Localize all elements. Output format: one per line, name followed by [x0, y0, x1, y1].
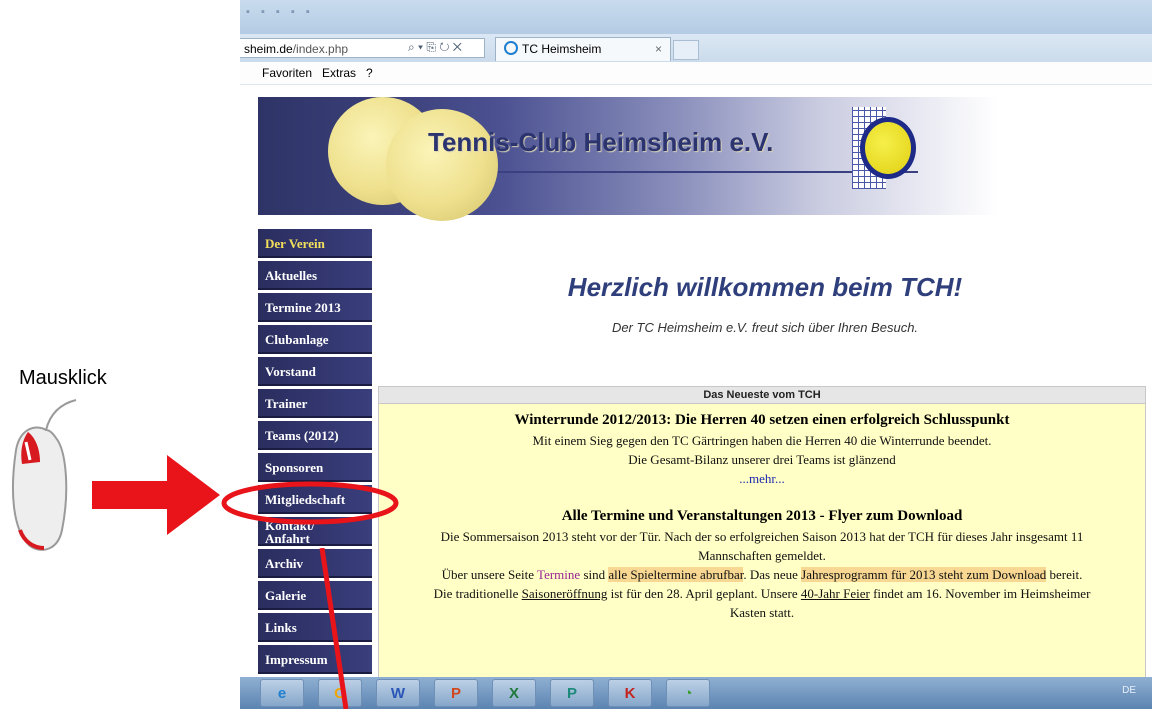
red-arrow-icon [92, 455, 220, 535]
highlighted-text: Jahresprogramm für 2013 steht zum Downlo… [801, 567, 1047, 582]
ie-tab-icon [504, 41, 518, 55]
picasa-icon[interactable]: ◔ [666, 679, 710, 707]
news-item-text: Die Gesamt-Bilanz unserer drei Teams ist… [628, 452, 896, 467]
browser-tab-bar: sheim.de/index.php ⌕ ▾ ⎘ ↻ ✕ TC Heimshei… [240, 34, 1152, 63]
news-more-link[interactable]: ...mehr... [379, 469, 1145, 488]
highlight-ellipse [221, 481, 399, 525]
termine-link[interactable]: Termine [537, 567, 580, 582]
powerpoint-icon[interactable]: P [434, 679, 478, 707]
browser-tab[interactable]: TC Heimsheim × [495, 37, 671, 61]
nav-der-verein[interactable]: Der Verein [258, 229, 372, 258]
news-panel: Das Neueste vom TCH Winterrunde 2012/201… [378, 386, 1146, 686]
news-item-text: Mannschaften gemeldet. [698, 548, 826, 563]
text: Über unsere Seite [441, 567, 538, 582]
windows-taskbar: e O W P X P K ◔ DE [240, 677, 1152, 709]
nav-vorstand[interactable]: Vorstand [258, 357, 372, 386]
news-item-text: Kasten statt. [729, 605, 795, 620]
internet-explorer-icon[interactable]: e [260, 679, 304, 707]
news-item-title: Winterrunde 2012/2013: Die Herren 40 set… [514, 412, 1010, 428]
nav-aktuelles[interactable]: Aktuelles [258, 261, 372, 290]
menu-bar: Favoriten Extras? [240, 62, 1152, 85]
red-pointer-line [319, 548, 349, 709]
text: Die traditionelle [433, 586, 522, 601]
news-item-title: Alle Termine und Veranstaltungen 2013 - … [561, 508, 963, 524]
address-bar-tools[interactable]: ⌕ ▾ ⎘ ↻ ✕ [408, 40, 462, 60]
club-logo-icon [860, 117, 916, 179]
quick-access-toolbar[interactable]: ▪ ▪ ▪ ▪ ▪ [246, 6, 314, 18]
text: bereit. [1046, 567, 1083, 582]
url-path: /index.php [292, 42, 349, 56]
40-jahr-feier-link[interactable]: 40-Jahr Feier [801, 586, 870, 601]
tray-language[interactable]: DE [1122, 685, 1136, 696]
tennis-ball-image [386, 109, 498, 221]
welcome-heading: Herzlich willkommen beim TCH! [567, 272, 963, 302]
text: sind [580, 567, 609, 582]
highlighted-text: alle Spieltermine abrufbar [608, 567, 744, 582]
publisher-icon[interactable]: P [550, 679, 594, 707]
window-titlebar: ▪ ▪ ▪ ▪ ▪ [240, 0, 1152, 34]
site-title: Tennis-Club Heimsheim e.V. [428, 127, 774, 157]
new-tab-button[interactable] [673, 40, 699, 60]
excel-icon[interactable]: X [492, 679, 536, 707]
site-banner: Tennis-Club Heimsheim e.V. [258, 97, 1152, 221]
welcome-subtitle: Der TC Heimsheim e.V. freut sich über Ih… [611, 320, 919, 335]
text: ist für den 28. April geplant. Unsere [607, 586, 801, 601]
menu-favoriten[interactable]: Favoriten [262, 66, 312, 80]
word-icon[interactable]: W [376, 679, 420, 707]
url-host: sheim.de [244, 42, 293, 56]
menu-extras[interactable]: Extras [322, 66, 356, 80]
text: . Das neue [743, 567, 802, 582]
computer-mouse-icon [12, 399, 77, 551]
news-item-text: Die Sommersaison 2013 steht vor der Tür.… [440, 529, 1084, 544]
tab-title: TC Heimsheim [522, 42, 602, 56]
nav-kontakt-line2: Anfahrt [265, 531, 310, 546]
nav-termine-2013[interactable]: Termine 2013 [258, 293, 372, 322]
news-panel-header: Das Neueste vom TCH [379, 387, 1145, 404]
app-k-icon[interactable]: K [608, 679, 652, 707]
nav-trainer[interactable]: Trainer [258, 389, 372, 418]
menu-help[interactable]: ? [366, 66, 373, 80]
nav-clubanlage[interactable]: Clubanlage [258, 325, 372, 354]
news-item-text: Über unsere Seite Termine sind alle Spie… [379, 565, 1145, 584]
news-item-text: Die traditionelle Saisoneröffnung ist fü… [379, 584, 1145, 603]
saisoneroeffnung-link[interactable]: Saisoneröffnung [522, 586, 608, 601]
nav-sponsoren[interactable]: Sponsoren [258, 453, 372, 482]
tab-close-icon[interactable]: × [655, 38, 662, 60]
news-item-text: Mit einem Sieg gegen den TC Gärtringen h… [532, 433, 992, 448]
nav-teams-2012[interactable]: Teams (2012) [258, 421, 372, 450]
text: findet am 16. November im Heimsheimer [869, 586, 1091, 601]
